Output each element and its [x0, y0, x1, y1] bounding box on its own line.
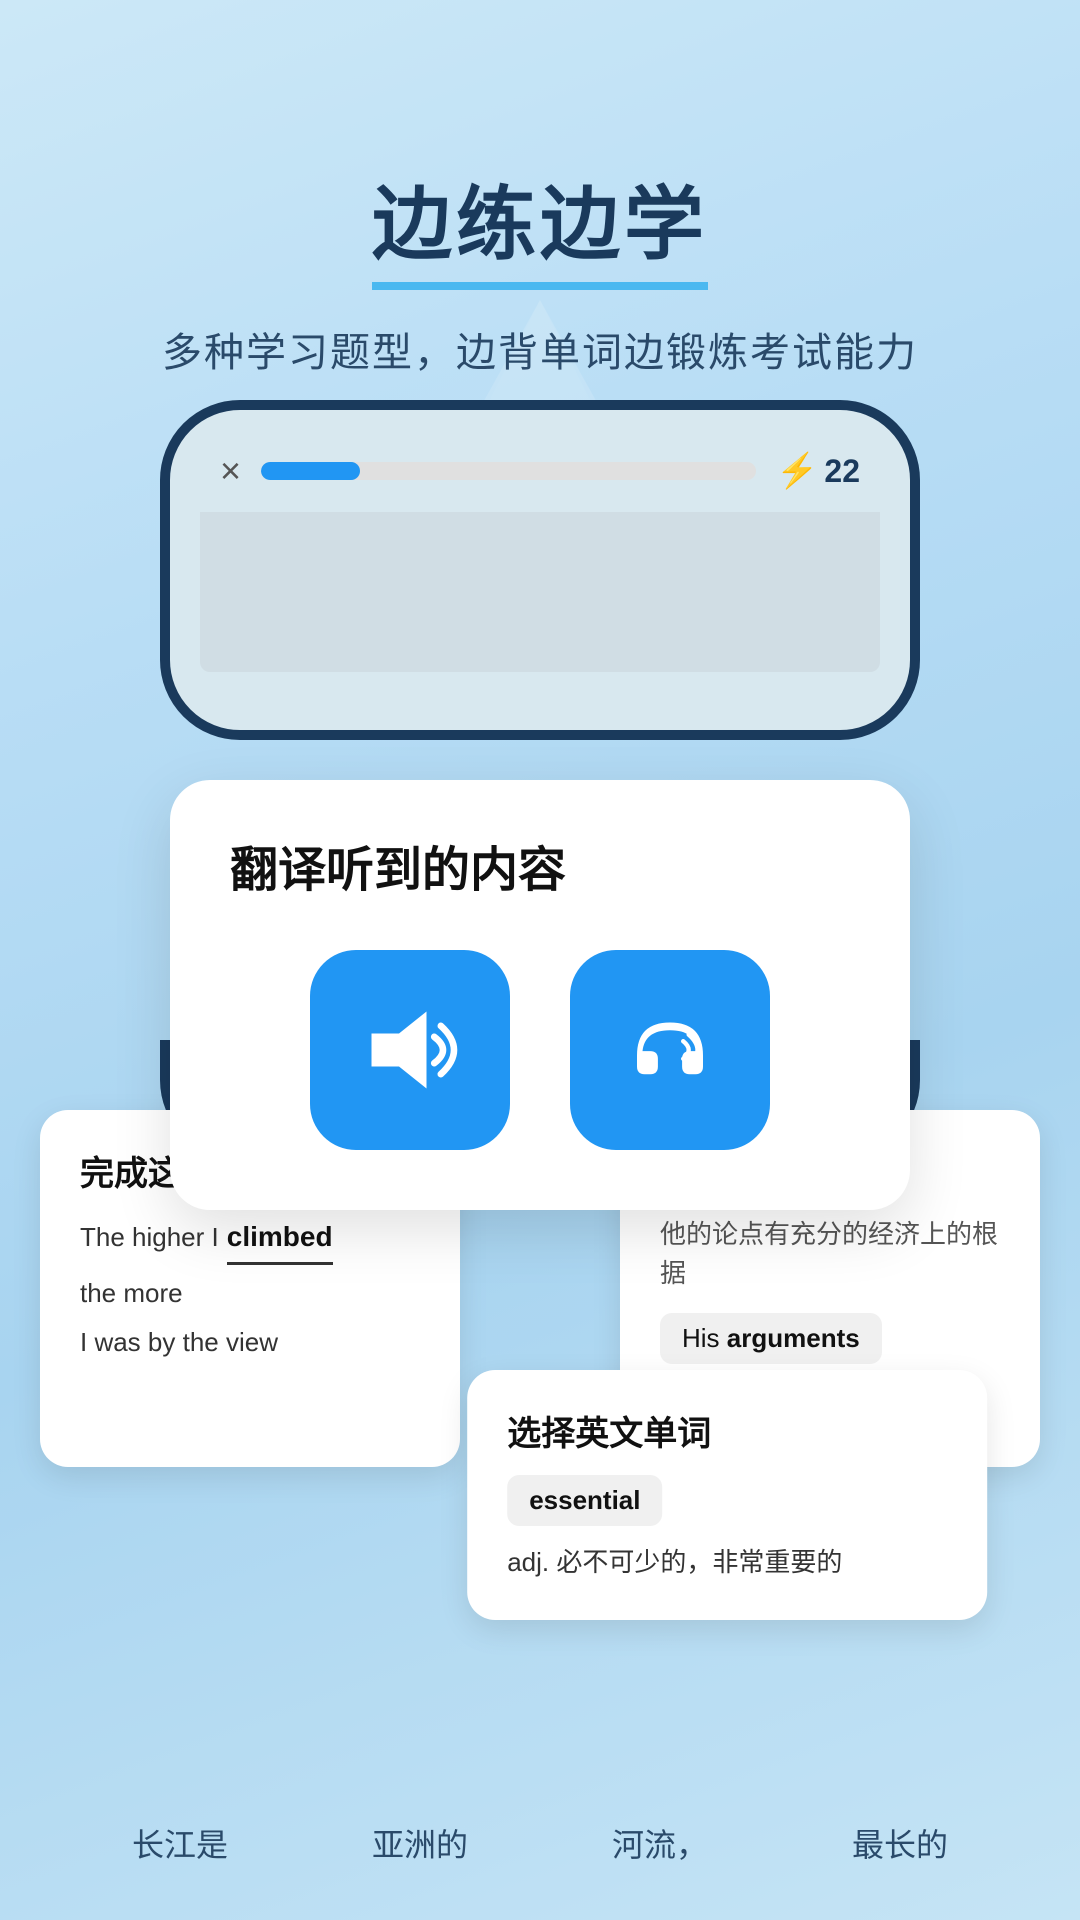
- chip-arguments[interactable]: His arguments: [660, 1313, 882, 1364]
- overflow-item4: 最长的: [852, 1820, 948, 1866]
- progress-fill: [261, 462, 360, 480]
- line1-blank: climbed: [227, 1215, 333, 1265]
- phone-content-area: [200, 512, 880, 672]
- phone-topbar: × ⚡ 22: [200, 440, 880, 512]
- speaker-icon: [355, 995, 465, 1105]
- chip-essential[interactable]: essential: [507, 1475, 662, 1526]
- bottom-overflow-row: 长江是 亚洲的 河流， 最长的: [0, 1820, 1080, 1866]
- line2: I was by the view: [80, 1322, 278, 1364]
- main-title: 边练边学: [372, 160, 708, 290]
- sentence-line-1: The higher I climbed the more: [80, 1215, 420, 1314]
- overflow-item3: 河流，: [612, 1820, 708, 1866]
- progress-bar: [261, 462, 756, 480]
- sentence-line-2: I was by the view: [80, 1322, 420, 1364]
- essential-row: essential adj. 必不可少的，非常重要的: [507, 1475, 947, 1584]
- subtitle: 多种学习题型，边背单词边锻炼考试能力: [0, 320, 1080, 378]
- headphone-icon: [615, 995, 725, 1105]
- close-icon[interactable]: ×: [220, 450, 241, 492]
- essential-word: essential: [529, 1485, 640, 1515]
- lightning-icon: ⚡: [776, 451, 818, 491]
- score-display: ⚡ 22: [776, 451, 860, 491]
- phone-frame: × ⚡ 22: [160, 400, 920, 740]
- chip1-word: arguments: [727, 1323, 860, 1353]
- overflow-item1: 长江是: [132, 1820, 228, 1866]
- translate-card: 翻译听到的内容: [170, 780, 910, 1210]
- line1-end: the more: [80, 1273, 183, 1315]
- audio-headphone-button[interactable]: [570, 950, 770, 1150]
- overflow-item2: 亚洲的: [372, 1820, 468, 1866]
- line1-start: The higher I: [80, 1217, 219, 1259]
- audio-buttons-row: [230, 950, 850, 1150]
- chip1-prefix: His: [682, 1323, 727, 1353]
- select-word-title: 选择英文单词: [507, 1406, 947, 1455]
- chinese-text: 他的论点有充分的经济上的根据: [660, 1215, 1000, 1293]
- score-value: 22: [824, 453, 860, 490]
- select-word-section: 选择英文单词 essential adj. 必不可少的，非常重要的: [467, 1370, 987, 1620]
- translate-card-title: 翻译听到的内容: [230, 830, 850, 900]
- audio-speaker-button[interactable]: [310, 950, 510, 1150]
- header-section: 边练边学 多种学习题型，边背单词边锻炼考试能力: [0, 0, 1080, 418]
- select-word-card: 选择英文单词 essential adj. 必不可少的，非常重要的: [467, 1370, 987, 1620]
- essential-definition: adj. 必不可少的，非常重要的: [507, 1542, 842, 1584]
